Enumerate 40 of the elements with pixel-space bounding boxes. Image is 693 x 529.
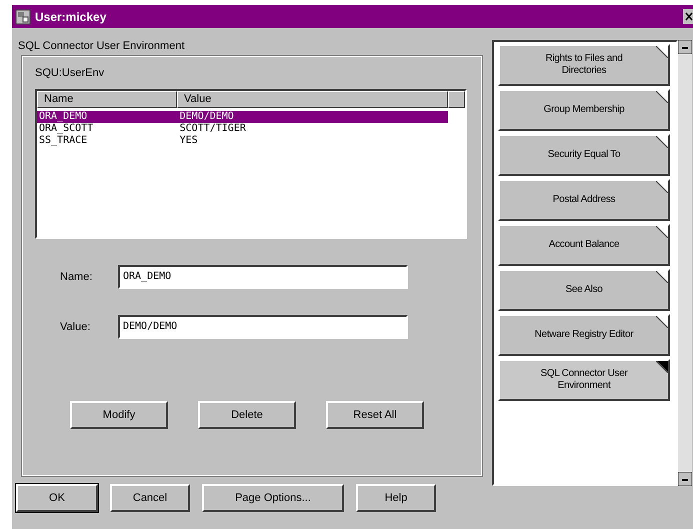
page-corner-icon bbox=[656, 181, 668, 193]
list-row[interactable]: ORA_DEMO DEMO/DEMO bbox=[37, 111, 448, 123]
scroll-bar[interactable] bbox=[678, 40, 692, 486]
input-field[interactable]: DEMO/DEMO bbox=[118, 315, 408, 339]
dialog-button[interactable]: Help bbox=[356, 484, 436, 512]
page-tab[interactable]: Account Balance bbox=[498, 224, 670, 266]
page-corner-icon bbox=[656, 361, 668, 373]
page-corner-icon bbox=[656, 136, 668, 148]
page-tab[interactable]: Group Membership bbox=[498, 89, 670, 131]
dialog-button[interactable]: OK bbox=[16, 484, 98, 512]
column-header[interactable]: Value bbox=[177, 91, 448, 108]
dialog-button[interactable]: Cancel bbox=[110, 484, 190, 512]
list-row[interactable]: SS_TRACE YES bbox=[37, 135, 448, 147]
page-tab[interactable]: Rights to Files and Directories bbox=[498, 44, 670, 86]
action-button[interactable]: Reset All bbox=[326, 401, 424, 429]
field-label: Value: bbox=[60, 321, 92, 333]
column-header[interactable]: Name bbox=[37, 91, 177, 108]
page-corner-icon bbox=[656, 91, 668, 103]
page-corner-icon bbox=[656, 316, 668, 328]
window-title: User:mickey bbox=[35, 10, 108, 24]
page-tab[interactable]: Netware Registry Editor bbox=[498, 314, 670, 356]
scroll-down-icon[interactable] bbox=[678, 472, 692, 486]
page-corner-icon bbox=[656, 46, 668, 58]
page-corner-icon bbox=[656, 271, 668, 283]
app-icon bbox=[15, 8, 31, 24]
page-corner-icon bbox=[656, 226, 668, 238]
page-tab[interactable]: SQL Connector User Environment bbox=[498, 359, 670, 401]
action-button[interactable]: Delete bbox=[198, 401, 296, 429]
input-field[interactable]: ORA_DEMO bbox=[118, 265, 408, 289]
field-label: Name: bbox=[60, 271, 94, 283]
page-title: SQL Connector User Environment bbox=[17, 40, 186, 54]
group-label: SQU:UserEnv bbox=[35, 67, 106, 81]
scroll-up-icon[interactable] bbox=[678, 40, 692, 54]
page-tab[interactable]: See Also bbox=[498, 269, 670, 311]
action-button[interactable]: Modify bbox=[70, 401, 168, 429]
page-tab[interactable]: Security Equal To bbox=[498, 134, 670, 176]
close-icon[interactable] bbox=[683, 9, 693, 24]
page-tab[interactable]: Postal Address bbox=[498, 179, 670, 221]
dialog-button[interactable]: Page Options... bbox=[202, 484, 344, 512]
list-row[interactable]: ORA_SCOTT SCOTT/TIGER bbox=[37, 123, 448, 135]
